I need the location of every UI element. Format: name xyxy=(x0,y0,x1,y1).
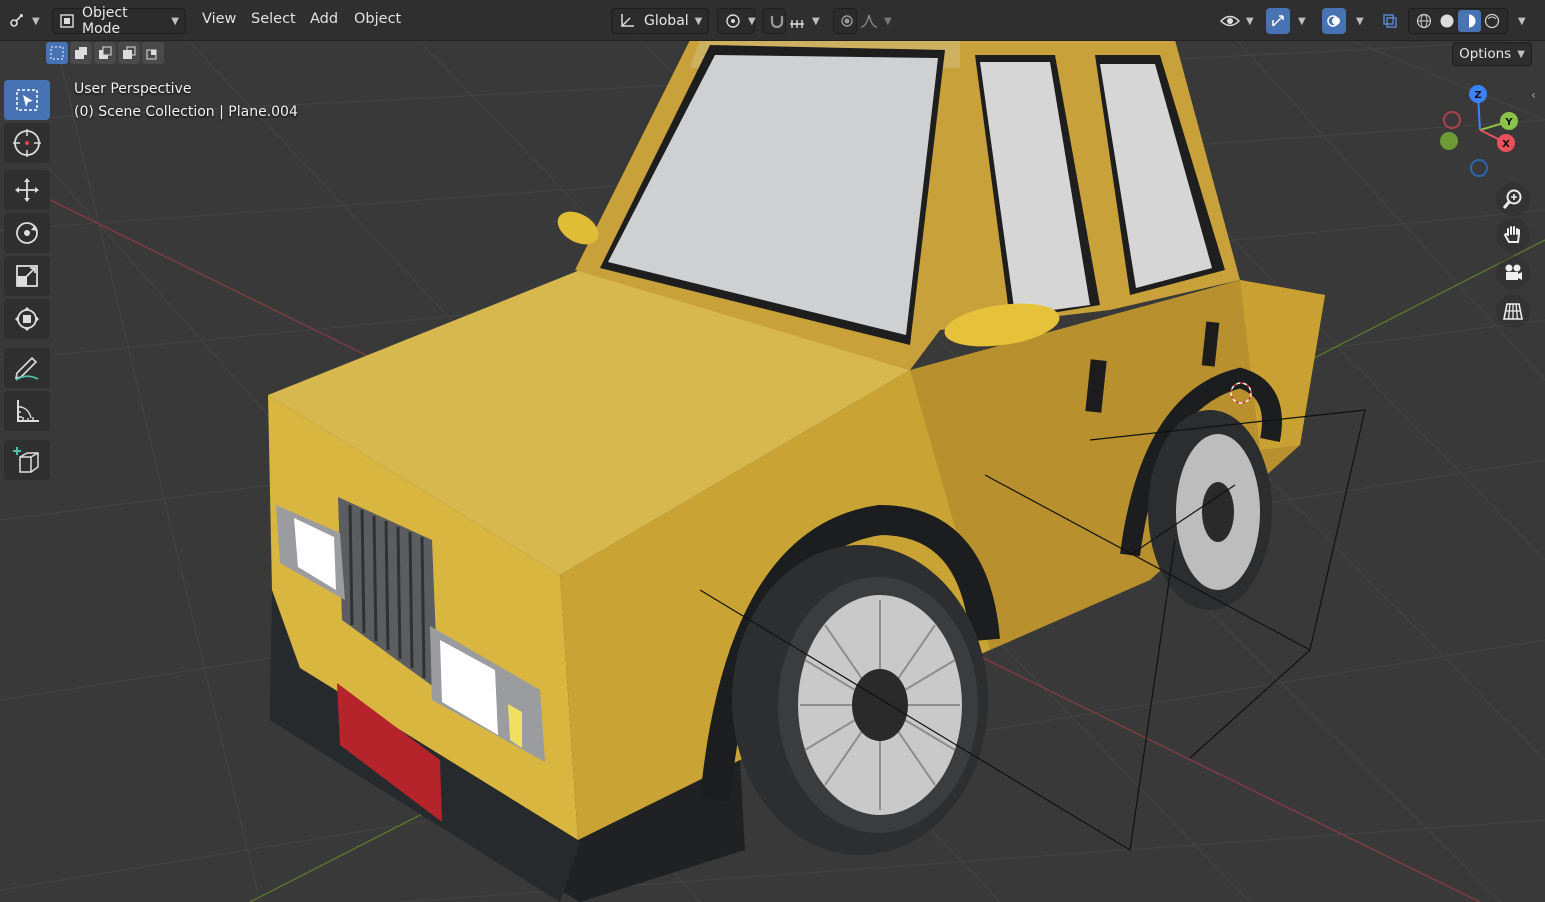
wireframe-shading-icon[interactable] xyxy=(1413,13,1436,29)
xray-toggle[interactable] xyxy=(1378,8,1402,34)
scale-icon xyxy=(14,263,40,289)
transform-icon xyxy=(13,305,41,333)
select-new-icon[interactable] xyxy=(46,42,68,64)
chevron-down-icon: ▼ xyxy=(1517,48,1525,60)
perspective-toggle-button[interactable] xyxy=(1496,294,1530,328)
transform-orientation-selector[interactable]: Global ▼ xyxy=(611,8,709,34)
cursor-icon xyxy=(12,128,42,158)
options-dropdown[interactable]: Options ▼ xyxy=(1452,42,1532,66)
gizmo-toggle[interactable] xyxy=(1266,8,1290,34)
measure-tool[interactable] xyxy=(4,391,50,431)
navigation-gizmo[interactable]: Z Y X xyxy=(1430,80,1530,185)
pan-button[interactable] xyxy=(1496,218,1530,252)
add-cube-tool[interactable] xyxy=(4,440,50,480)
falloff-curve-icon xyxy=(860,13,878,29)
mode-selector[interactable]: Object Mode ▼ xyxy=(52,5,186,37)
selection-mode-group xyxy=(46,42,166,66)
zoom-button[interactable] xyxy=(1496,182,1530,216)
editor-type-button[interactable]: ▼ xyxy=(6,8,46,34)
cursor-tool[interactable] xyxy=(4,123,50,163)
collection-info: (0) Scene Collection | Plane.004 xyxy=(74,104,298,120)
proportional-edit-toggle[interactable] xyxy=(833,8,857,34)
snap-toggle[interactable] xyxy=(762,8,786,34)
chevron-down-icon: ▼ xyxy=(812,15,820,27)
rendered-shading-icon[interactable] xyxy=(1481,13,1504,29)
menu-select[interactable]: Select xyxy=(251,11,296,27)
chevron-down-icon: ▼ xyxy=(694,15,703,27)
gizmo-icon xyxy=(1266,13,1290,29)
chevron-down-icon[interactable]: ▼ xyxy=(1518,16,1526,27)
select-difference-icon[interactable] xyxy=(118,42,140,64)
grid-icon xyxy=(1502,300,1524,322)
orientation-axes-icon xyxy=(618,12,636,30)
chevron-down-icon: ▼ xyxy=(171,15,179,27)
neg-x-axis-handle[interactable] xyxy=(1443,111,1461,129)
eye-icon xyxy=(1220,13,1240,29)
rotate-tool[interactable] xyxy=(4,213,50,253)
select-extend-icon[interactable] xyxy=(70,42,92,64)
menu-view[interactable]: View xyxy=(202,11,236,27)
measure-icon xyxy=(13,397,41,425)
select-intersect-icon[interactable] xyxy=(142,42,164,64)
annotate-icon xyxy=(12,353,42,383)
annotate-tool[interactable] xyxy=(4,348,50,388)
rotate-icon xyxy=(13,219,41,247)
shading-modes xyxy=(1408,8,1508,34)
xray-icon xyxy=(1378,13,1402,29)
menu-object[interactable]: Object xyxy=(354,11,401,27)
3d-viewport[interactable] xyxy=(0,0,1545,902)
z-axis-label: Z xyxy=(1474,90,1481,101)
neg-z-axis-handle[interactable] xyxy=(1470,159,1488,177)
overlays-icon xyxy=(1322,13,1346,29)
view-name: User Perspective xyxy=(74,81,192,97)
sidebar-toggle-icon[interactable]: ‹ xyxy=(1531,88,1536,102)
object-mode-icon xyxy=(59,13,75,29)
x-axis-label: X xyxy=(1502,139,1510,150)
material-preview-icon[interactable] xyxy=(1458,10,1481,32)
options-label: Options xyxy=(1459,46,1512,62)
chevron-down-icon: ▼ xyxy=(32,15,40,27)
mode-label: Object Mode xyxy=(82,5,128,37)
zoom-icon xyxy=(1502,188,1524,210)
camera-view-button[interactable] xyxy=(1496,256,1530,290)
viewport-scene xyxy=(0,0,1545,902)
chevron-down-icon[interactable]: ▼ xyxy=(1298,16,1306,27)
y-axis-label: Y xyxy=(1504,117,1513,128)
add-cube-icon xyxy=(12,445,42,475)
chevron-down-icon[interactable]: ▼ xyxy=(1356,16,1364,27)
transform-tool[interactable] xyxy=(4,299,50,339)
pan-hand-icon xyxy=(1502,224,1524,246)
scale-tool[interactable] xyxy=(4,256,50,296)
chevron-down-icon: ▼ xyxy=(884,15,892,27)
chevron-down-icon: ▼ xyxy=(1246,15,1254,27)
overlays-toggle[interactable] xyxy=(1322,8,1346,34)
visibility-selector[interactable]: ▼ xyxy=(1220,8,1260,34)
magnet-icon xyxy=(769,13,785,29)
neg-y-axis-handle[interactable] xyxy=(1440,132,1458,150)
proportional-edit-icon xyxy=(840,14,854,28)
select-box-icon xyxy=(14,87,40,113)
move-icon xyxy=(13,176,41,204)
chevron-down-icon: ▼ xyxy=(748,15,756,27)
car-model[interactable] xyxy=(268,40,1325,902)
falloff-selector[interactable]: ▼ xyxy=(860,8,898,34)
orientation-label: Global xyxy=(644,13,689,29)
editor-type-icon xyxy=(6,11,26,31)
select-box-tool[interactable] xyxy=(4,80,50,120)
pivot-icon xyxy=(724,12,742,30)
solid-shading-icon[interactable] xyxy=(1436,13,1459,29)
move-tool[interactable] xyxy=(4,170,50,210)
select-subtract-icon[interactable] xyxy=(94,42,116,64)
viewport-header: ▼ Object Mode ▼ View Select Add Object G… xyxy=(0,0,1545,41)
snap-target-selector[interactable]: ▼ xyxy=(788,8,826,34)
snap-increment-icon xyxy=(788,12,806,30)
menu-add[interactable]: Add xyxy=(310,11,338,27)
camera-icon xyxy=(1502,262,1524,284)
pivot-point-selector[interactable]: ▼ xyxy=(717,8,756,34)
